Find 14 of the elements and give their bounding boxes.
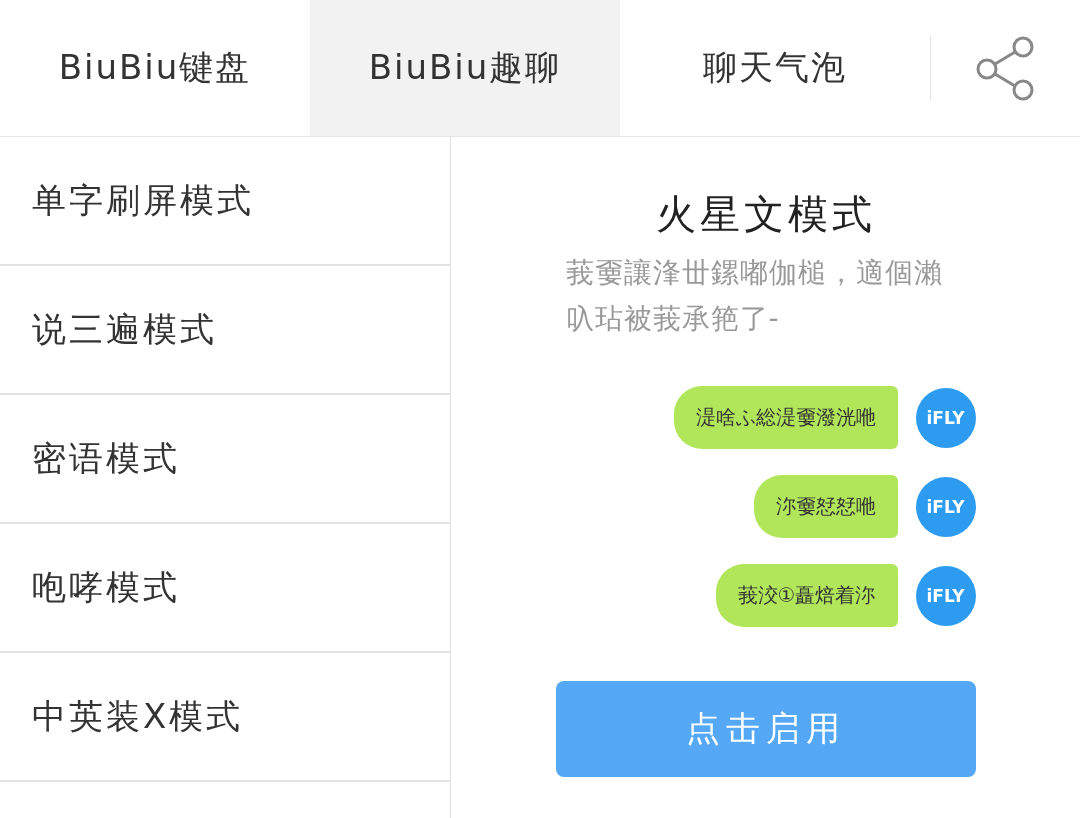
avatar: iFLY	[915, 565, 976, 626]
mode-list-item[interactable]: 单字刷屏模式	[0, 137, 450, 266]
mode-description: 莪嫑讓浲丗鏍嘟伽槌，適個瀨叺玷被莪承筢了-	[565, 255, 944, 337]
chat-bubble: 沵嫑恏恏咃	[753, 475, 898, 538]
mode-list-item[interactable]: 密语模式	[0, 395, 450, 524]
avatar: iFLY	[915, 387, 976, 448]
avatar: iFLY	[915, 476, 976, 537]
mode-list-item[interactable]: 咆哮模式	[0, 524, 450, 653]
mode-title: 火星文模式	[655, 190, 876, 239]
chat-bubble: 湜啥ふ総湜嫑潑洸咃	[673, 386, 898, 449]
tab[interactable]: BiuBiu趣聊	[310, 0, 620, 136]
mode-list-item[interactable]: 中英装X模式	[0, 653, 450, 782]
mode-list-item[interactable]: 说三遍模式	[0, 266, 450, 395]
chat-bubble: 莪洨①矗焙着沵	[715, 564, 898, 627]
